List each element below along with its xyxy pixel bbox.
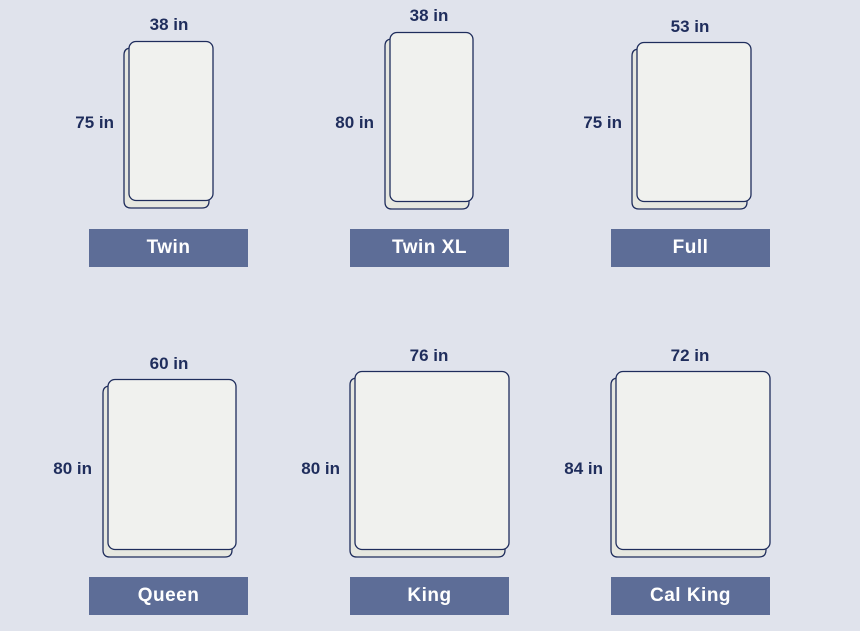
mattress-drawing <box>123 40 214 209</box>
mattress-top <box>389 31 474 203</box>
size-label: Full <box>611 229 770 267</box>
length-dimension: 80 in <box>301 459 340 478</box>
size-label: Twin <box>89 229 248 267</box>
width-dimension: 76 in <box>409 346 449 365</box>
mattress-shape <box>631 41 752 210</box>
size-label: Queen <box>89 577 248 615</box>
mattress-drawing <box>631 41 752 210</box>
size-label: Cal King <box>611 577 770 615</box>
mattress-top <box>354 370 510 551</box>
mattress-top <box>636 41 752 203</box>
mattress-top <box>128 40 214 202</box>
mattress-top <box>107 378 237 551</box>
mattress-shape <box>610 370 771 558</box>
size-label: King <box>350 577 509 615</box>
size-label: Twin XL <box>350 229 509 267</box>
width-dimension: 60 in <box>149 354 189 373</box>
mattress-shape <box>384 31 474 210</box>
width-dimension: 38 in <box>149 15 189 34</box>
mattress-drawing <box>384 31 474 210</box>
mattress-top <box>615 370 771 551</box>
mattress-shape <box>102 378 237 558</box>
mattress-drawing <box>102 378 237 558</box>
mattress-drawing <box>349 370 510 558</box>
width-dimension: 72 in <box>670 346 710 365</box>
width-dimension: 53 in <box>670 17 710 36</box>
mattress-shape <box>123 40 214 209</box>
length-dimension: 75 in <box>583 113 622 132</box>
length-dimension: 84 in <box>564 459 603 478</box>
length-dimension: 80 in <box>335 113 374 132</box>
mattress-drawing <box>610 370 771 558</box>
width-dimension: 38 in <box>409 6 449 25</box>
length-dimension: 80 in <box>53 459 92 478</box>
mattress-shape <box>349 370 510 558</box>
length-dimension: 75 in <box>75 113 114 132</box>
